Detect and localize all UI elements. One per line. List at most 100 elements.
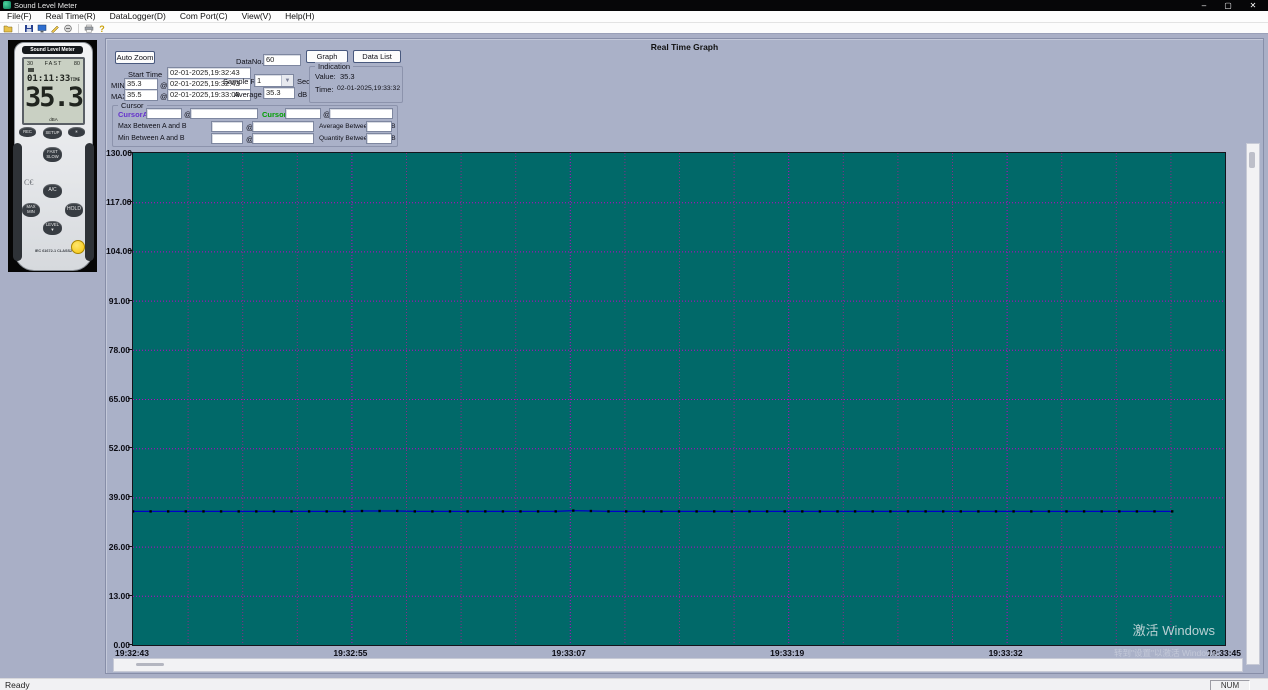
y-tick-label: 78.00 xyxy=(106,345,130,355)
vertical-scrollbar[interactable] xyxy=(1246,143,1260,665)
y-tick-mark xyxy=(128,496,132,497)
help-icon[interactable]: ? xyxy=(97,24,107,33)
open-file-icon[interactable] xyxy=(3,24,13,33)
sample-rate-value: 1 xyxy=(257,76,261,86)
lcd-value: 35.3 xyxy=(24,82,83,113)
indication-value: 35.3 xyxy=(340,72,355,81)
max-ab-value-field[interactable] xyxy=(211,121,243,132)
device-backlight-button: ✳ xyxy=(68,127,85,137)
y-tick-mark xyxy=(128,644,132,645)
menu-item-help[interactable]: Help(H) xyxy=(278,11,321,22)
y-tick-label: 65.00 xyxy=(106,394,130,404)
min-ab-value-field[interactable] xyxy=(211,133,243,144)
y-tick-mark xyxy=(128,152,132,153)
max-value-field[interactable]: 35.5 xyxy=(124,89,158,101)
cursor-a-time-field[interactable] xyxy=(190,108,258,119)
title-bar: Sound Level Meter – ▢ ✕ xyxy=(0,0,1268,11)
y-tick-label: 91.00 xyxy=(106,296,130,306)
x-tick-label: 19:32:55 xyxy=(323,648,377,658)
ce-mark: C€ xyxy=(24,178,33,187)
cursor-a-label: CursorA xyxy=(118,110,148,119)
data-no-field[interactable]: 60 xyxy=(263,54,301,66)
indication-group-title: Indication xyxy=(315,62,353,71)
device-level-button: LEVEL▼ xyxy=(43,221,62,235)
menu-item-com-port[interactable]: Com Port(C) xyxy=(173,11,235,22)
cursor-group: Cursor CursorA @ CursorB @ Max Between A… xyxy=(112,105,398,147)
num-lock-indicator: NUM xyxy=(1210,680,1250,690)
print-icon[interactable] xyxy=(84,24,94,33)
x-tick-label: 19:33:19 xyxy=(760,648,814,658)
y-tick-label: 117.00 xyxy=(106,197,130,207)
horizontal-scrollbar-thumb[interactable] xyxy=(136,663,164,666)
y-tick-label: 130.00 xyxy=(106,148,130,158)
svg-text:?: ? xyxy=(99,24,105,33)
sample-rate-unit-label: Sec xyxy=(297,77,310,86)
indication-time-label: Time: xyxy=(315,85,333,94)
y-tick-label: 52.00 xyxy=(106,443,130,453)
y-tick-label: 26.00 xyxy=(106,542,130,552)
device-power-button xyxy=(71,240,85,254)
setup-pen-icon[interactable] xyxy=(50,24,60,33)
device-image: Sound Level Meter 30 80 FAST 01:11:33TIM… xyxy=(8,40,97,272)
app-window: Sound Level Meter – ▢ ✕ File(F)Real Time… xyxy=(0,0,1268,690)
menu-item-file[interactable]: File(F) xyxy=(0,11,39,22)
status-text: Ready xyxy=(5,680,30,690)
y-tick-mark xyxy=(128,250,132,251)
x-tick-label: 19:32:43 xyxy=(105,648,159,658)
graph-title: Real Time Graph xyxy=(106,42,1263,52)
device-body: Sound Level Meter 30 80 FAST 01:11:33TIM… xyxy=(14,42,93,271)
vertical-scrollbar-thumb[interactable] xyxy=(1249,152,1255,168)
real-time-monitor-icon[interactable] xyxy=(37,24,47,33)
window-title: Sound Level Meter xyxy=(14,1,77,10)
sample-rate-select[interactable]: 1 ▼ xyxy=(254,74,294,87)
toolbar-separator xyxy=(18,24,19,33)
status-bar: Ready NUM xyxy=(0,678,1268,690)
toolbar: ? xyxy=(0,23,1268,34)
y-tick-mark xyxy=(128,349,132,350)
menu-item-real-time[interactable]: Real Time(R) xyxy=(39,11,103,22)
cursor-b-value-field[interactable] xyxy=(285,108,321,119)
device-max-min-button: MAXMIN xyxy=(22,203,40,217)
lcd-unit: dBA xyxy=(24,117,83,122)
max-ab-label: Max Between A and B xyxy=(118,123,187,130)
close-button[interactable]: ✕ xyxy=(1242,0,1264,11)
y-tick-mark xyxy=(128,595,132,596)
indication-value-label: Value: xyxy=(315,72,336,81)
device-brand-label: Sound Level Meter xyxy=(22,46,83,54)
main-panel: Real Time Graph Auto Zoom Start Time 02-… xyxy=(105,38,1264,674)
plot-area[interactable]: 激活 Windows xyxy=(132,152,1226,646)
y-tick-mark xyxy=(128,546,132,547)
y-tick-label: 13.00 xyxy=(106,591,130,601)
cursor-b-time-field[interactable] xyxy=(329,108,393,119)
activate-windows-watermark: 激活 Windows xyxy=(1133,620,1215,639)
save-icon[interactable] xyxy=(24,24,34,33)
max-ab-time-field[interactable] xyxy=(252,121,314,132)
cursor-a-value-field[interactable] xyxy=(146,108,182,119)
min-ab-time-field[interactable] xyxy=(252,133,314,144)
device-grip-right xyxy=(85,143,94,261)
battery-icon xyxy=(28,68,34,72)
auto-zoom-button[interactable]: Auto Zoom xyxy=(115,51,155,64)
average-label: Average xyxy=(234,90,262,99)
min-ab-label: Min Between A and B xyxy=(118,135,185,142)
horizontal-scrollbar[interactable] xyxy=(113,658,1243,672)
average-field[interactable]: 35.3 xyxy=(263,87,295,99)
lcd-mode: FAST xyxy=(24,61,83,67)
stop-icon[interactable] xyxy=(63,24,73,33)
device-grip-left xyxy=(13,143,22,261)
menu-item-view[interactable]: View(V) xyxy=(235,11,279,22)
menu-item-datalogger[interactable]: DataLogger(D) xyxy=(103,11,173,22)
min-label: MIN xyxy=(111,81,125,90)
data-list-button[interactable]: Data List xyxy=(353,50,401,63)
maximize-button[interactable]: ▢ xyxy=(1217,0,1239,11)
chevron-down-icon[interactable]: ▼ xyxy=(281,75,293,86)
y-tick-mark xyxy=(128,201,132,202)
average-unit-label: dB xyxy=(298,90,307,99)
qty-ab-value-field[interactable] xyxy=(366,133,392,144)
y-tick-label: 104.00 xyxy=(106,246,130,256)
menu-bar: File(F)Real Time(R)DataLogger(D)Com Port… xyxy=(0,11,1268,23)
device-lcd: 30 80 FAST 01:11:33TIME 35.3 dBA xyxy=(22,57,85,125)
app-icon xyxy=(3,1,11,9)
minimize-button[interactable]: – xyxy=(1193,0,1215,11)
avg-ab-value-field[interactable] xyxy=(366,121,392,132)
